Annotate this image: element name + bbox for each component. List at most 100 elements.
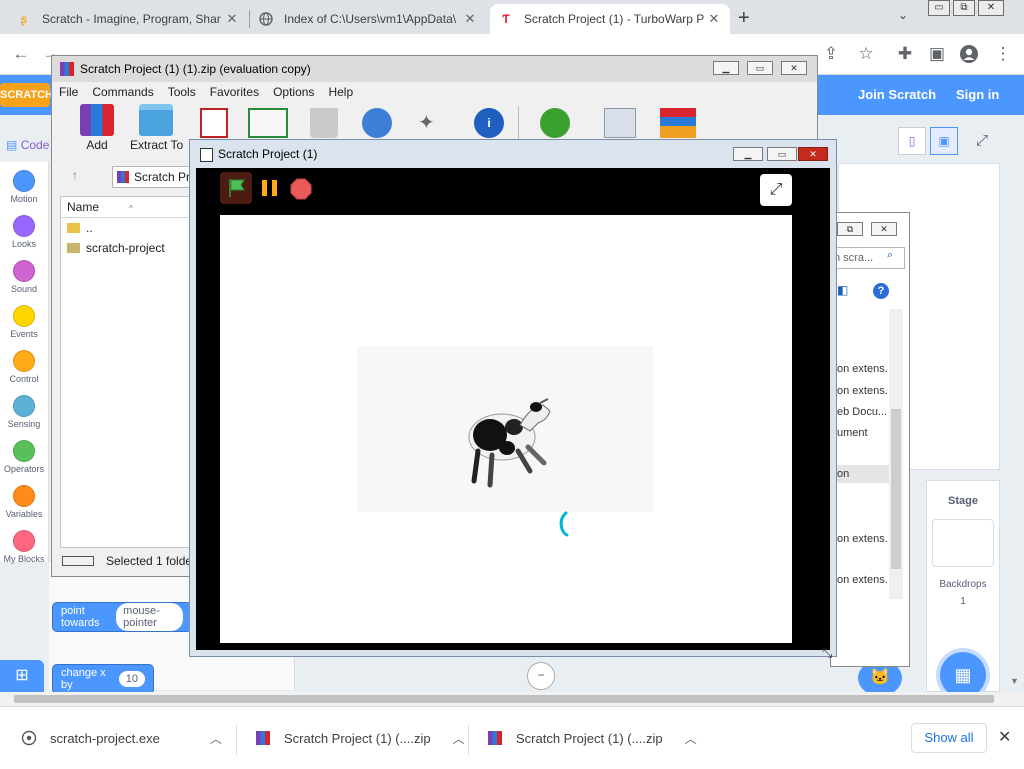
download-item[interactable]: Scratch Project (1) (....zip ︿ <box>486 723 697 753</box>
scroll-down-arrow[interactable]: ▼ <box>1010 676 1019 686</box>
normal-stage-button[interactable]: ▣ <box>930 127 958 155</box>
sign-in-link[interactable]: Sign in <box>956 87 999 102</box>
delete-trash-icon[interactable] <box>310 108 338 138</box>
more-menu-icon[interactable]: ⋮ <box>992 43 1014 65</box>
maximize-button[interactable]: ▭ <box>767 147 797 161</box>
category-events[interactable]: Events <box>0 305 48 339</box>
menu-commands[interactable]: Commands <box>92 85 153 99</box>
category-operators[interactable]: Operators <box>0 440 48 474</box>
wizard-wand-icon[interactable]: ✦ <box>418 110 435 135</box>
back-arrow-icon[interactable]: ← <box>10 43 32 65</box>
pause-button[interactable] <box>260 178 280 198</box>
restore-button[interactable]: ⧉ <box>837 222 863 236</box>
explorer-vertical-scrollbar[interactable] <box>889 309 903 599</box>
resize-handle-icon[interactable]: ⤡ <box>822 645 832 661</box>
virus-scan-icon[interactable] <box>540 108 570 138</box>
chevron-up-icon[interactable]: ︿ <box>453 730 465 747</box>
find-magnifier-icon[interactable] <box>362 108 392 138</box>
menu-tools[interactable]: Tools <box>168 85 196 99</box>
menu-help[interactable]: Help <box>328 85 353 99</box>
download-item[interactable]: Scratch Project (1) (....zip ︿ <box>254 723 465 753</box>
list-item[interactable]: eb Docu... <box>837 406 887 418</box>
stop-button[interactable] <box>290 178 312 200</box>
column-header-name[interactable]: Name ^ <box>61 197 191 218</box>
green-flag-button[interactable] <box>220 172 252 204</box>
scrollbar-thumb[interactable] <box>14 695 994 703</box>
point-towards-dropdown[interactable]: mouse-pointer <box>116 603 183 631</box>
layout-icon[interactable]: ◧ <box>837 283 848 297</box>
category-variables[interactable]: Variables <box>0 485 48 519</box>
info-icon[interactable]: i <box>474 108 504 138</box>
help-icon[interactable]: ? <box>873 283 889 299</box>
chevron-up-icon[interactable]: ︿ <box>210 730 222 747</box>
page-horizontal-scrollbar[interactable] <box>0 692 1024 706</box>
share-icon[interactable]: ⇪ <box>820 43 842 65</box>
category-sound[interactable]: Sound <box>0 260 48 294</box>
list-item[interactable]: .. <box>61 218 191 238</box>
close-icon[interactable]: ✕ <box>706 11 722 27</box>
show-all-button[interactable]: Show all <box>911 723 987 753</box>
test-clipboard-icon[interactable] <box>200 108 228 138</box>
list-item[interactable]: ument <box>837 427 868 439</box>
menu-file[interactable]: File <box>59 85 78 99</box>
new-tab-button[interactable]: + <box>738 7 750 30</box>
add-button[interactable]: Add <box>73 104 121 152</box>
category-control[interactable]: Control <box>0 350 48 384</box>
point-towards-block[interactable]: point towards mouse-pointer <box>52 602 192 632</box>
download-item[interactable]: scratch-project.exe ︿ <box>20 723 222 753</box>
view-book-icon[interactable] <box>248 108 288 138</box>
small-stage-button[interactable]: ▯ <box>898 127 926 155</box>
scrollbar-thumb[interactable] <box>891 409 901 569</box>
profile-avatar[interactable] <box>958 43 980 65</box>
extract-to-button[interactable]: Extract To <box>130 104 183 152</box>
tab-index[interactable]: Index of C:\Users\vm1\AppData\ ✕ <box>250 4 486 34</box>
category-looks[interactable]: Looks <box>0 215 48 249</box>
close-downloads-icon[interactable]: ✕ <box>998 727 1011 747</box>
list-item[interactable]: on extens. <box>837 533 888 545</box>
maximize-button[interactable]: ▭ <box>747 61 773 75</box>
chevron-up-icon[interactable]: ︿ <box>685 730 697 747</box>
path-field[interactable]: Scratch Pr <box>112 166 192 188</box>
minimize-button[interactable]: ▁ <box>713 61 739 75</box>
tab-search-icon[interactable]: ⌄ <box>898 8 908 22</box>
minimize-button[interactable]: ▭ <box>928 0 950 16</box>
stage-canvas[interactable] <box>220 215 792 643</box>
list-item[interactable]: on extens. <box>837 385 888 397</box>
side-panel-icon[interactable]: ▣ <box>926 43 948 65</box>
code-tab[interactable]: ▤ Code <box>6 138 49 152</box>
scratch-logo[interactable]: SCRATCH <box>0 83 53 107</box>
search-icon[interactable]: ⌕ <box>887 249 893 262</box>
close-icon[interactable]: ✕ <box>462 11 478 27</box>
list-item[interactable]: scratch-project <box>61 238 191 258</box>
change-x-input[interactable]: 10 <box>118 671 145 687</box>
category-sensing[interactable]: Sensing <box>0 395 48 429</box>
category-motion[interactable]: Motion <box>0 170 48 204</box>
close-button[interactable]: ✕ <box>781 61 807 75</box>
sfx-icon[interactable] <box>660 108 696 138</box>
join-scratch-link[interactable]: Join Scratch <box>858 87 936 102</box>
list-item[interactable]: on extens. <box>837 574 888 586</box>
minimize-button[interactable]: ▁ <box>733 147 763 161</box>
close-button[interactable]: ✕ <box>871 222 897 236</box>
close-window-button[interactable]: ✕ <box>978 0 1004 16</box>
up-arrow-icon[interactable]: ↑ <box>72 168 78 182</box>
menu-favorites[interactable]: Favorites <box>210 85 259 99</box>
zoom-out-button[interactable]: − <box>527 662 555 690</box>
close-icon[interactable]: ✕ <box>224 11 240 27</box>
add-extension-button[interactable]: ⊞ <box>0 660 44 692</box>
maximize-button[interactable]: ⧉ <box>953 0 975 16</box>
list-item[interactable]: on extens. <box>837 363 888 375</box>
menu-options[interactable]: Options <box>273 85 314 99</box>
stage-thumbnail[interactable] <box>932 519 994 567</box>
close-button[interactable]: ✕ <box>798 147 828 161</box>
category-my-blocks[interactable]: My Blocks <box>0 530 48 564</box>
fullscreen-button[interactable]: ⤢ <box>760 174 792 206</box>
extensions-puzzle-icon[interactable]: ✚ <box>894 43 916 65</box>
explorer-search-input[interactable]: n scra... <box>833 247 905 269</box>
fullscreen-icon[interactable]: ⤢ <box>968 127 996 155</box>
bookmark-star-icon[interactable]: ☆ <box>855 43 877 65</box>
tab-turbowarp[interactable]: Ƭ Scratch Project (1) - TurboWarp P ✕ <box>490 4 730 34</box>
tab-scratch[interactable]: ʂ Scratch - Imagine, Program, Shar ✕ <box>8 4 248 34</box>
change-x-block[interactable]: change x by 10 <box>52 664 154 694</box>
comment-icon[interactable] <box>604 108 636 138</box>
